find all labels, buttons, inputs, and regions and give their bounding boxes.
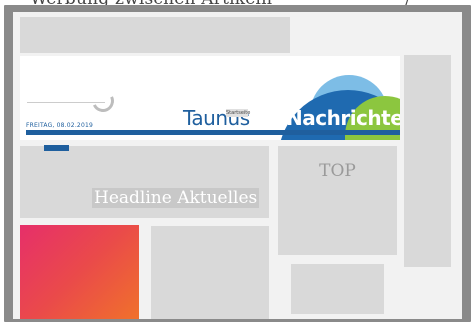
gradient-ad-slot[interactable] (20, 225, 139, 319)
headline-teaser[interactable]: Headline Aktuelles (20, 146, 269, 218)
startseite-link[interactable]: Startseite (226, 109, 250, 117)
sidebar-ad-slot[interactable] (404, 55, 451, 267)
logo-text-nachrichten[interactable]: Nachrichten (286, 106, 400, 130)
header-date: FREITAG, 08.02.2019 (26, 122, 93, 129)
header-blue-band (26, 130, 400, 135)
article-teaser-placeholder[interactable] (151, 226, 269, 319)
search-icon[interactable] (88, 86, 118, 116)
top-banner-ad-slot[interactable] (20, 17, 290, 53)
site-header: FREITAG, 08.02.2019 Taunus Nachrichten S… (20, 56, 400, 140)
category-tag (44, 145, 69, 151)
top-label: TOP (319, 161, 356, 181)
headline-text: Headline Aktuelles (92, 188, 260, 208)
top-ad-slot[interactable]: TOP (278, 146, 397, 255)
small-ad-slot[interactable] (291, 264, 384, 314)
